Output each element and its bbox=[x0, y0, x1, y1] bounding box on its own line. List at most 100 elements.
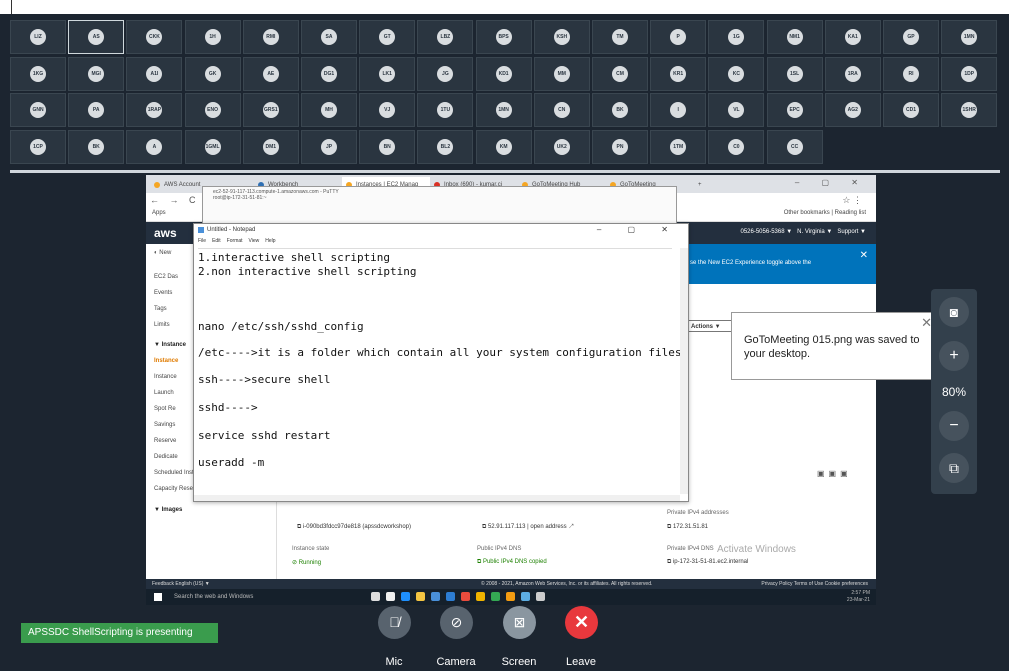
participant-tile[interactable]: LIZ bbox=[10, 20, 66, 54]
participant-tile[interactable]: EPC bbox=[766, 93, 823, 127]
aws-logo[interactable]: aws bbox=[154, 226, 177, 240]
sidebar-item[interactable]: Instance bbox=[154, 374, 177, 380]
sidebar-item-instances[interactable]: Instance bbox=[154, 358, 178, 364]
account-menu[interactable]: 0526-5056-5368 ▼ bbox=[741, 229, 793, 235]
participant-tile[interactable]: RI bbox=[883, 56, 939, 91]
instance-id[interactable]: ⧉ i-090bd3fdcc97de818 (apssdcworkshop) bbox=[297, 524, 411, 531]
participant-tile[interactable]: KM bbox=[475, 129, 532, 164]
menu-file[interactable]: File bbox=[198, 238, 206, 244]
participant-tile[interactable]: RMI bbox=[242, 20, 299, 54]
public-ip[interactable]: ⧉ 52.91.117.113 | open address ↗ bbox=[482, 524, 573, 531]
new-tab-button[interactable]: + bbox=[694, 177, 714, 193]
notepad-icon[interactable] bbox=[446, 592, 455, 601]
participant-tile[interactable]: AE bbox=[242, 56, 299, 91]
participant-tile[interactable]: AG2 bbox=[824, 93, 881, 127]
putty-icon[interactable] bbox=[536, 592, 545, 601]
participant-tile[interactable]: KC bbox=[708, 56, 765, 91]
sidebar-item[interactable]: Reserve bbox=[154, 438, 176, 444]
sidebar-item[interactable]: Events bbox=[154, 290, 172, 296]
bookmark-star-icon[interactable]: ☆ ⋮ bbox=[842, 195, 862, 206]
notepad-text-area[interactable]: 1.interactive shell scripting 2.non inte… bbox=[198, 248, 681, 495]
participant-tile[interactable]: SA bbox=[301, 20, 357, 54]
putty-window[interactable]: ec2-52-91-117-113.compute-1.amazonaws.co… bbox=[202, 186, 677, 224]
mail-icon[interactable] bbox=[431, 592, 440, 601]
notepad-vertical-scrollbar[interactable] bbox=[680, 248, 688, 494]
new-experience-toggle[interactable]: ◐ New bbox=[154, 250, 171, 256]
sidebar-item[interactable]: EC2 Das bbox=[154, 274, 178, 280]
screen-button[interactable]: ⊠ Screen bbox=[488, 604, 550, 671]
participant-tile[interactable]: 1TU bbox=[417, 93, 474, 127]
zoom-in-icon[interactable]: + bbox=[939, 341, 969, 371]
store-icon[interactable] bbox=[386, 592, 395, 601]
sidebar-item[interactable]: Launch bbox=[154, 390, 174, 396]
gotomeeting-icon[interactable] bbox=[476, 592, 485, 601]
participant-tile[interactable]: VL bbox=[708, 93, 765, 127]
close-icon[interactable]: ✕ bbox=[860, 250, 868, 261]
camera-button[interactable]: ⊘ Camera bbox=[425, 604, 487, 671]
notepad-window[interactable]: Untitled - Notepad – ▢ ✕ File Edit Format V… bbox=[193, 223, 689, 502]
sidebar-item[interactable]: Tags bbox=[154, 306, 167, 312]
sidebar-section-instances[interactable]: ▼ Instance bbox=[154, 342, 186, 348]
participant-tile[interactable]: NM1 bbox=[766, 20, 823, 54]
support-menu[interactable]: Support ▼ bbox=[837, 229, 866, 235]
participant-tile[interactable]: BK bbox=[592, 93, 648, 127]
participant-tile[interactable]: PA bbox=[68, 93, 125, 127]
participant-tile[interactable]: JG bbox=[417, 56, 474, 91]
mic-button[interactable]: 🎙̸ Mic bbox=[363, 604, 425, 671]
participant-tile[interactable]: CD1 bbox=[883, 93, 939, 127]
participant-tile[interactable]: BK bbox=[68, 129, 125, 164]
app-icon[interactable] bbox=[506, 592, 515, 601]
participant-tile[interactable]: BPS bbox=[475, 20, 532, 54]
camera-snapshot-icon[interactable]: ◙ bbox=[939, 297, 969, 327]
participant-tile[interactable]: 1G bbox=[708, 20, 765, 54]
participant-tile[interactable]: 1MN bbox=[941, 20, 998, 54]
menu-help[interactable]: Help bbox=[265, 238, 275, 244]
participant-tile[interactable]: ENO bbox=[184, 93, 241, 127]
leave-button[interactable]: ✕ Leave bbox=[550, 604, 612, 671]
participant-tile[interactable]: GNN bbox=[10, 93, 66, 127]
folder-icon[interactable] bbox=[416, 592, 425, 601]
app-icon[interactable] bbox=[521, 592, 530, 601]
menu-view[interactable]: View bbox=[249, 238, 260, 244]
participant-tile[interactable]: PN bbox=[592, 129, 648, 164]
participant-tile[interactable]: MM bbox=[533, 56, 590, 91]
participant-tile[interactable]: UK2 bbox=[533, 129, 590, 164]
notepad-horizontal-scrollbar[interactable] bbox=[194, 495, 680, 501]
participant-tile[interactable]: CM bbox=[592, 56, 648, 91]
sidebar-item[interactable]: Limits bbox=[154, 322, 170, 328]
windows-start-icon[interactable] bbox=[154, 593, 162, 601]
gallery-divider[interactable] bbox=[10, 170, 1000, 173]
menu-format[interactable]: Format bbox=[227, 238, 243, 244]
participant-tile[interactable]: 1RAP bbox=[126, 93, 183, 127]
task-view-icon[interactable] bbox=[371, 592, 380, 601]
participant-tile[interactable]: KD1 bbox=[475, 56, 532, 91]
footer-links[interactable]: Privacy Policy Terms of Use Cookie prefe… bbox=[761, 579, 868, 589]
sidebar-item[interactable]: Savings bbox=[154, 422, 175, 428]
participant-tile[interactable]: 1TM bbox=[650, 129, 707, 164]
participant-tile[interactable]: 1RA bbox=[824, 56, 881, 91]
participant-tile[interactable]: 1GML bbox=[184, 129, 241, 164]
private-ip[interactable]: ⧉ 172.31.51.81 bbox=[667, 524, 708, 531]
pop-out-icon[interactable]: ⧉ bbox=[939, 453, 969, 483]
participant-tile[interactable]: A1I bbox=[126, 56, 183, 91]
sidebar-section-images[interactable]: ▼ Images bbox=[154, 507, 182, 513]
participant-tile[interactable]: 1KG bbox=[10, 56, 66, 91]
opera-icon[interactable] bbox=[461, 592, 470, 601]
participant-tile[interactable]: 1SHR bbox=[941, 93, 998, 127]
participant-tile[interactable]: BL2 bbox=[417, 129, 474, 164]
apps-shortcut[interactable]: Apps bbox=[152, 210, 166, 216]
participant-tile[interactable]: I bbox=[650, 93, 707, 127]
participant-tile[interactable]: 1CP bbox=[10, 129, 66, 164]
participant-tile[interactable]: JP bbox=[301, 129, 357, 164]
participant-tile[interactable]: CN bbox=[533, 93, 590, 127]
participant-tile[interactable]: GRS1 bbox=[242, 93, 299, 127]
participant-tile[interactable]: LBZ bbox=[417, 20, 474, 54]
feedback-link[interactable]: Feedback English (US) ▼ bbox=[152, 579, 210, 589]
view-toggle-icon[interactable]: ▣▣▣ bbox=[817, 469, 852, 478]
participant-tile[interactable]: KR1 bbox=[650, 56, 707, 91]
participant-tile[interactable]: 1DP bbox=[941, 56, 998, 91]
participant-tile[interactable]: DG1 bbox=[301, 56, 357, 91]
participant-tile[interactable]: 1H bbox=[184, 20, 241, 54]
window-controls-icon[interactable]: – ▢ ✕ bbox=[795, 178, 868, 187]
participant-tile[interactable]: VJ bbox=[359, 93, 416, 127]
